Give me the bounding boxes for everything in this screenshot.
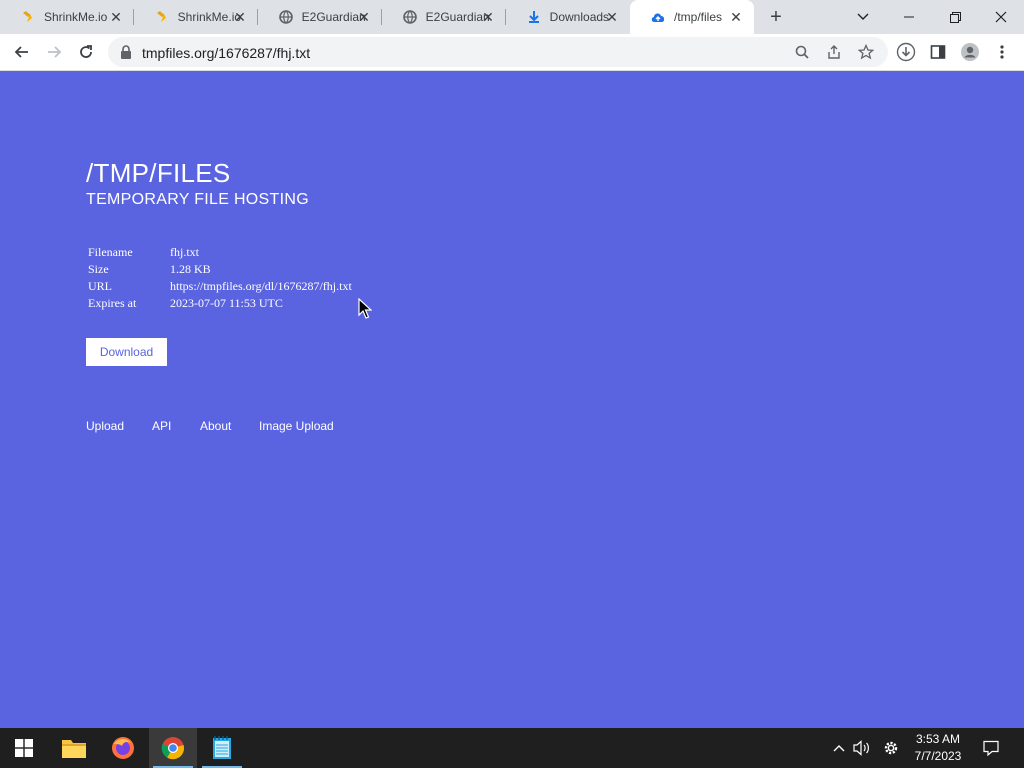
close-window-button[interactable] [978, 0, 1024, 34]
cloud-upload-icon [650, 9, 666, 25]
notepad-icon [213, 736, 231, 759]
file-explorer-taskbar-button[interactable] [50, 728, 98, 768]
chrome-taskbar-button[interactable] [149, 728, 197, 768]
tab-e2guardian-1[interactable]: E2Guardian ✕ [258, 0, 382, 34]
speaker-icon [853, 740, 869, 756]
downloads-button[interactable] [894, 40, 918, 64]
address-bar[interactable]: tmpfiles.org/1676287/fhj.txt [108, 37, 888, 67]
globe-icon [402, 9, 418, 25]
download-circle-icon [896, 42, 916, 62]
page-title: /TMP/FILES [86, 158, 231, 188]
close-icon [995, 11, 1007, 23]
filename-value: fhj.txt [170, 245, 199, 259]
tab-tmpfiles[interactable]: /tmp/files ✕ [630, 0, 754, 34]
tab-shrinkme-1[interactable]: ShrinkMe.io ✕ [0, 0, 134, 34]
tab-shrinkme-2[interactable]: ShrinkMe.io ✕ [134, 0, 258, 34]
minimize-icon [904, 16, 914, 18]
footer-link-upload[interactable]: Upload [86, 419, 124, 433]
windows-taskbar: 3:53 AM 7/7/2023 [0, 728, 1024, 768]
forward-button[interactable] [42, 40, 66, 64]
side-panel-button[interactable] [926, 40, 950, 64]
page-subtitle: TEMPORARY FILE HOSTING [86, 191, 309, 208]
restore-button[interactable] [932, 0, 978, 34]
menu-button[interactable] [990, 40, 1014, 64]
size-value: 1.28 KB [170, 262, 211, 276]
info-row-size: Size 1.28 KB [86, 261, 354, 278]
info-row-expires: Expires at 2023-07-07 11:53 UTC [86, 295, 354, 312]
address-url[interactable]: tmpfiles.org/1676287/fhj.txt [142, 45, 310, 61]
tab-search-button[interactable] [840, 0, 886, 34]
chevron-down-icon [857, 13, 869, 20]
chrome-icon [161, 737, 185, 760]
share-icon[interactable] [824, 42, 844, 62]
show-hidden-icons-button[interactable] [830, 728, 848, 768]
expires-label: Expires at [88, 296, 137, 310]
windows-logo-icon [15, 739, 33, 757]
tab-downloads[interactable]: Downloads ✕ [506, 0, 630, 34]
volume-button[interactable] [852, 728, 872, 768]
globe-icon [278, 9, 294, 25]
firefox-taskbar-button[interactable] [99, 728, 147, 768]
reload-button[interactable] [74, 40, 98, 64]
footer-link-api[interactable]: API [152, 419, 171, 433]
new-tab-button[interactable]: + [766, 7, 786, 27]
file-info-table: Filename fhj.txt Size 1.28 KB URL https:… [86, 244, 354, 312]
taskbar-clock[interactable]: 3:53 AM 7/7/2023 [906, 731, 970, 765]
start-button[interactable] [0, 728, 48, 768]
size-label: Size [88, 262, 109, 276]
zoom-search-icon[interactable] [792, 42, 812, 62]
notification-icon [983, 740, 999, 756]
clock-date: 7/7/2023 [914, 749, 962, 763]
tab-close-icon[interactable]: ✕ [728, 9, 744, 25]
shrinkme-favicon-icon [154, 9, 170, 25]
chevron-up-icon [833, 745, 845, 752]
star-bookmark-icon[interactable] [856, 42, 876, 62]
minimize-button[interactable] [886, 0, 932, 34]
tab-e2guardian-2[interactable]: E2Guardian ✕ [382, 0, 506, 34]
page-content: /TMP/FILES TEMPORARY FILE HOSTING Filena… [0, 72, 1024, 728]
url-label: URL [88, 279, 112, 293]
info-row-filename: Filename fhj.txt [86, 244, 354, 261]
notification-center-button[interactable] [980, 728, 1002, 768]
tab-close-icon[interactable]: ✕ [232, 9, 248, 25]
clock-time: 3:53 AM [915, 732, 961, 746]
restore-icon [949, 11, 961, 23]
tab-close-icon[interactable]: ✕ [480, 9, 496, 25]
url-value: https://tmpfiles.org/dl/1676287/fhj.txt [170, 279, 352, 293]
lock-icon [121, 45, 131, 59]
kebab-menu-icon [1000, 45, 1004, 59]
browser-toolbar: tmpfiles.org/1676287/fhj.txt [0, 34, 1024, 71]
footer-link-image-upload[interactable]: Image Upload [259, 419, 334, 433]
gear-icon [884, 741, 898, 755]
expires-value: 2023-07-07 11:53 UTC [170, 296, 283, 310]
tab-strip: ShrinkMe.io ✕ ShrinkMe.io ✕ E2Guardian ✕… [0, 0, 1024, 34]
side-panel-icon [930, 45, 946, 59]
download-icon [526, 9, 542, 25]
shrinkme-favicon-icon [20, 9, 36, 25]
footer-link-about[interactable]: About [200, 419, 231, 433]
profile-button[interactable] [958, 40, 982, 64]
tab-close-icon[interactable]: ✕ [108, 9, 124, 25]
reload-icon [80, 45, 92, 58]
tab-close-icon[interactable]: ✕ [604, 9, 620, 25]
tab-close-icon[interactable]: ✕ [356, 9, 372, 25]
info-row-url: URL https://tmpfiles.org/dl/1676287/fhj.… [86, 278, 354, 295]
arrow-left-icon [14, 46, 28, 58]
firefox-icon [112, 737, 134, 759]
avatar-icon [961, 43, 979, 61]
filename-label: Filename [88, 245, 133, 259]
settings-tray-button[interactable] [880, 728, 902, 768]
download-button[interactable]: Download [86, 338, 167, 366]
arrow-right-icon [48, 46, 62, 58]
tab-title: /tmp/files [674, 10, 723, 24]
mouse-cursor-icon [358, 298, 372, 319]
folder-icon [62, 740, 86, 758]
notepad-taskbar-button[interactable] [198, 728, 246, 768]
back-button[interactable] [10, 40, 34, 64]
